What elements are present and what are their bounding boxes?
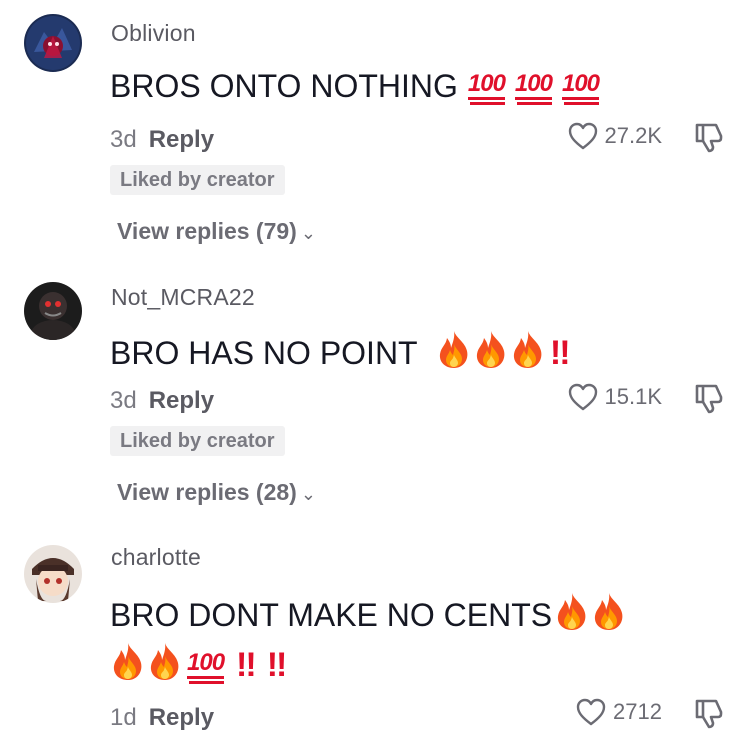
- avatar[interactable]: [24, 14, 82, 72]
- fire-emoji: [110, 642, 146, 682]
- reply-button[interactable]: Reply: [149, 387, 214, 414]
- chevron-down-icon: ⌄: [300, 484, 316, 504]
- view-replies-button[interactable]: View replies (79) ⌄: [117, 218, 316, 245]
- like-count: 27.2K: [604, 123, 663, 148]
- hundred-points-emoji: 100: [187, 651, 225, 684]
- heart-outline-icon[interactable]: [567, 382, 599, 412]
- view-replies-label: View replies (28): [117, 479, 297, 505]
- reply-button[interactable]: Reply: [149, 126, 214, 153]
- hundred-points-emoji: 100: [561, 72, 600, 105]
- liked-by-creator-badge: Liked by creator: [110, 426, 285, 456]
- heart-outline-icon[interactable]: [575, 697, 607, 727]
- hundred-points-emoji: 100: [514, 72, 553, 105]
- comment-text: BRO DONT MAKE NO CENTS: [110, 592, 627, 632]
- chevron-down-icon: ⌄: [300, 223, 316, 243]
- like-button[interactable]: 2712: [575, 696, 662, 728]
- comment-age: 1d: [110, 704, 137, 731]
- comment-meta: 1d Reply: [110, 704, 214, 732]
- like-count: 2712: [613, 699, 662, 724]
- double-exclamation-emoji: !!: [549, 334, 571, 372]
- avatar[interactable]: [24, 282, 82, 340]
- comment-meta: 3d Reply: [110, 126, 214, 154]
- heart-outline-icon[interactable]: [567, 121, 599, 151]
- fire-emoji: [473, 330, 509, 370]
- double-exclamation-emoji: !!: [266, 646, 288, 684]
- view-replies-button[interactable]: View replies (28) ⌄: [117, 479, 316, 506]
- fire-emoji: [554, 592, 590, 632]
- username[interactable]: Oblivion: [111, 20, 196, 47]
- reply-button[interactable]: Reply: [149, 704, 214, 731]
- username[interactable]: charlotte: [111, 544, 201, 571]
- liked-by-creator-badge: Liked by creator: [110, 165, 285, 195]
- thumbs-down-icon[interactable]: [692, 381, 726, 415]
- fire-emoji: [436, 330, 472, 370]
- comment-text-body: BROS ONTO NOTHING: [110, 68, 458, 104]
- comment-age: 3d: [110, 126, 137, 153]
- comment-text-body: BRO DONT MAKE NO CENTS: [110, 597, 553, 633]
- like-count: 15.1K: [604, 384, 663, 409]
- fire-emoji: [591, 592, 627, 632]
- comment-age: 3d: [110, 387, 137, 414]
- like-button[interactable]: 27.2K: [567, 120, 663, 152]
- avatar[interactable]: [24, 545, 82, 603]
- comment-text: BRO HAS NO POINT !!: [110, 330, 571, 372]
- fire-emoji: [510, 330, 546, 370]
- comment-meta: 3d Reply: [110, 387, 214, 415]
- fire-emoji: [147, 642, 183, 682]
- hundred-points-emoji: 100: [467, 72, 506, 105]
- like-button[interactable]: 15.1K: [567, 381, 663, 413]
- username[interactable]: Not_MCRA22: [111, 284, 255, 311]
- comment-text-line-2: 100!!!!: [110, 642, 288, 684]
- thumbs-down-icon[interactable]: [692, 696, 726, 730]
- view-replies-label: View replies (79): [117, 218, 297, 244]
- comment-text: BROS ONTO NOTHING 100 100 100: [110, 68, 600, 105]
- thumbs-down-icon[interactable]: [692, 120, 726, 154]
- comment-text-body: BRO HAS NO POINT: [110, 335, 418, 371]
- double-exclamation-emoji: !!: [236, 646, 257, 684]
